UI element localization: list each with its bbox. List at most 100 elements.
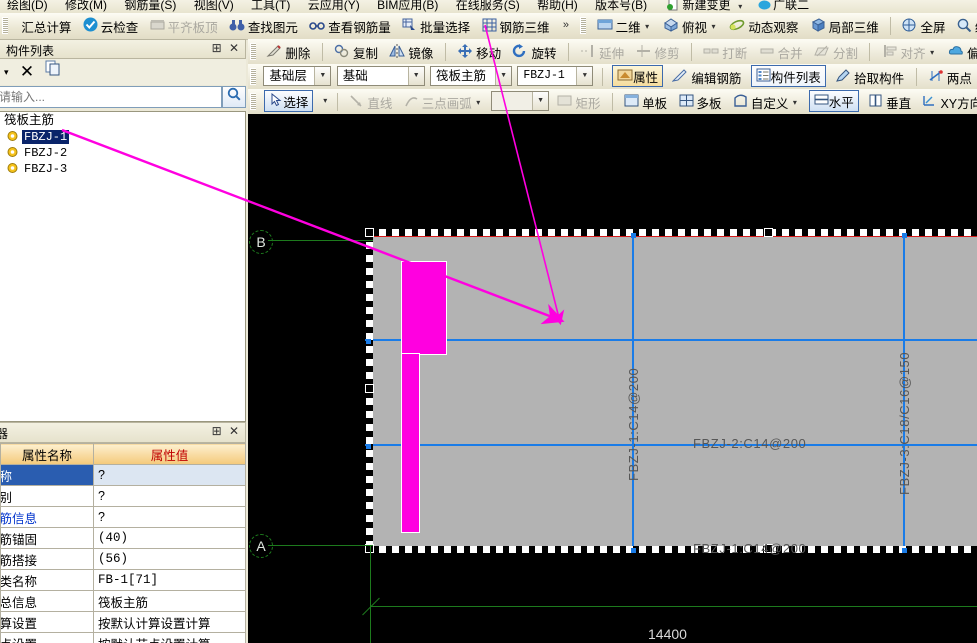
- selected-rebar-block[interactable]: [401, 261, 447, 355]
- selection-handle-tl[interactable]: [365, 228, 374, 237]
- context-toolbar-grip[interactable]: [250, 68, 256, 85]
- line-tool-button[interactable]: 直线: [345, 90, 396, 114]
- single-slab-button[interactable]: 单板: [620, 90, 671, 114]
- view-2d-button[interactable]: 二维 ▾: [593, 14, 656, 38]
- chevron-down-icon[interactable]: ▼: [495, 67, 512, 85]
- property-row-rebar-info[interactable]: 钢筋信息 ?: [0, 506, 246, 528]
- draw-toolbar-grip[interactable]: [250, 93, 256, 110]
- edit-rebar-button[interactable]: 编辑钢筋: [668, 65, 745, 89]
- property-row-class-name[interactable]: 归类名称 FB-1[71]: [0, 569, 246, 591]
- property-value[interactable]: (40): [93, 527, 246, 549]
- property-row-category[interactable]: 类别 ?: [0, 485, 246, 507]
- menu-item-modify[interactable]: 修改(M): [58, 0, 114, 12]
- zoom-button[interactable]: 缩放 ▾: [953, 14, 977, 38]
- pin-icon[interactable]: ⊞: [210, 41, 224, 55]
- tree-item-fbzj-1[interactable]: FBZJ-1: [0, 129, 245, 145]
- select-tool-button[interactable]: 选择: [264, 90, 314, 112]
- rebar-node-handle-1[interactable]: [631, 233, 636, 238]
- new-change-caret[interactable]: ▾: [736, 2, 745, 11]
- dynamic-orbit-button[interactable]: 动态观察: [725, 14, 802, 38]
- axis-bubble-b[interactable]: B: [249, 230, 273, 254]
- menu-item-tools[interactable]: 工具(T): [244, 0, 297, 12]
- batch-select-button[interactable]: 批量选择: [398, 14, 474, 38]
- horizontal-button[interactable]: 水平: [808, 90, 859, 112]
- chevron-down-icon[interactable]: ▼: [532, 92, 549, 110]
- property-value[interactable]: 按默认计算设置计算: [93, 611, 246, 633]
- draw-extra-combo[interactable]: ▼: [491, 91, 550, 111]
- tree-item-fbzj-3[interactable]: FBZJ-3: [0, 161, 245, 177]
- copy-button[interactable]: 复制: [330, 40, 382, 64]
- rotate-button[interactable]: 旋转: [508, 40, 560, 64]
- component-name-selector[interactable]: FBZJ-1 ▼: [517, 66, 594, 86]
- property-row-node-setting[interactable]: 节点设置 按默认节点设置计算: [0, 632, 246, 643]
- rebar-node-handle-6[interactable]: [366, 444, 371, 449]
- property-value[interactable]: ?: [93, 506, 246, 528]
- property-value[interactable]: (56): [93, 548, 246, 570]
- align-button[interactable]: 对齐 ▾: [878, 40, 941, 64]
- selected-rebar-strip[interactable]: [401, 353, 420, 533]
- new-change-button[interactable]: 新建变更 ▾: [667, 0, 744, 13]
- select-tool-caret[interactable]: ▾: [321, 89, 330, 113]
- new-component-caret[interactable]: ▾: [0, 59, 13, 85]
- trim-button[interactable]: 修剪: [632, 40, 684, 64]
- cloud-check-button[interactable]: 云检查: [79, 14, 143, 38]
- property-row-rebar-lap[interactable]: 钢筋搭接 (56): [0, 548, 246, 570]
- property-value[interactable]: 按默认节点设置计算: [93, 632, 246, 643]
- merge-button[interactable]: 合并: [755, 40, 807, 64]
- cad-canvas[interactable]: B A FBZJ-2:C14@200 FBZJ-1:C14@200 FBZJ-1…: [248, 114, 977, 643]
- menu-item-cloud-app[interactable]: 云应用(Y): [301, 0, 367, 12]
- custom-tool-button[interactable]: 自定义 ▾: [729, 90, 804, 114]
- component-list-button[interactable]: 构件列表: [750, 65, 826, 87]
- property-row-rebar-anchor[interactable]: 钢筋锚固 (40): [0, 527, 246, 549]
- component-tree[interactable]: 筏板主筋 FBZJ-1 FBZJ-2 FBZJ-3: [0, 111, 246, 422]
- property-row-calc-setting[interactable]: 计算设置 按默认计算设置计算: [0, 611, 246, 633]
- menu-item-bim-app[interactable]: BIM应用(B): [370, 0, 445, 12]
- menu-item-help[interactable]: 帮助(H): [530, 0, 585, 12]
- rebar-3d-button[interactable]: 钢筋三维: [478, 14, 554, 38]
- menu-item-rebar-qty[interactable]: 钢筋量(S): [117, 0, 183, 12]
- toolbar-grip[interactable]: [2, 17, 8, 34]
- edit-toolbar-grip[interactable]: [250, 43, 256, 60]
- selection-handle-ml[interactable]: [365, 384, 374, 393]
- chevron-down-icon[interactable]: ▼: [576, 67, 593, 85]
- rectangle-tool-button[interactable]: 矩形: [553, 90, 604, 114]
- find-element-button[interactable]: 查找图元: [225, 14, 302, 38]
- quick-item-button[interactable]: 广联二: [758, 0, 809, 13]
- delete-component-button[interactable]: ✕: [16, 59, 38, 85]
- custom-tool-caret[interactable]: ▾: [790, 98, 799, 107]
- split-button[interactable]: 分割: [810, 40, 862, 64]
- view-rebar-qty-button[interactable]: 查看钢筋量: [305, 14, 395, 38]
- toolbar-overflow-button[interactable]: »: [557, 13, 575, 37]
- local-3d-button[interactable]: 局部三维: [806, 14, 883, 38]
- delete-button[interactable]: 删除: [262, 40, 314, 64]
- offset-button[interactable]: 偏移: [944, 40, 977, 64]
- multi-slab-button[interactable]: 多板: [675, 90, 726, 114]
- menu-item-draw[interactable]: 绘图(D): [0, 0, 55, 12]
- property-value[interactable]: ?: [93, 485, 246, 507]
- pin-icon[interactable]: ⊞: [210, 424, 224, 438]
- tree-root-node[interactable]: 筏板主筋: [0, 112, 245, 129]
- selection-handle-tm[interactable]: [764, 228, 773, 237]
- menu-item-version[interactable]: 版本号(B): [588, 0, 654, 12]
- view-2d-caret[interactable]: ▾: [643, 22, 652, 31]
- top-view-caret[interactable]: ▾: [709, 22, 718, 31]
- rebar-node-handle-4[interactable]: [902, 548, 907, 553]
- close-icon[interactable]: ✕: [227, 424, 241, 438]
- xy-direction-button[interactable]: XY方向: [918, 90, 977, 114]
- property-value[interactable]: ?: [93, 464, 246, 486]
- category-selector[interactable]: 基础 ▼: [336, 66, 425, 86]
- top-view-button[interactable]: 俯视 ▾: [659, 14, 722, 38]
- arc-3point-tool-button[interactable]: 三点画弧 ▾: [400, 90, 487, 114]
- pick-component-button[interactable]: 拾取构件: [831, 65, 908, 89]
- fullscreen-button[interactable]: 全屏: [898, 14, 949, 38]
- component-type-selector[interactable]: 筏板主筋 ▼: [430, 66, 513, 86]
- property-value[interactable]: 筏板主筋: [93, 590, 246, 612]
- align-slab-top-button[interactable]: 平齐板顶: [146, 14, 222, 38]
- break-button[interactable]: 打断: [699, 40, 751, 64]
- vertical-button[interactable]: 垂直: [864, 90, 915, 114]
- axis-bubble-a[interactable]: A: [249, 534, 273, 558]
- view-toolbar-grip[interactable]: [580, 17, 587, 34]
- chevron-down-icon[interactable]: ▼: [407, 67, 424, 85]
- mirror-button[interactable]: 镜像: [385, 40, 437, 64]
- extend-button[interactable]: 延伸: [576, 40, 628, 64]
